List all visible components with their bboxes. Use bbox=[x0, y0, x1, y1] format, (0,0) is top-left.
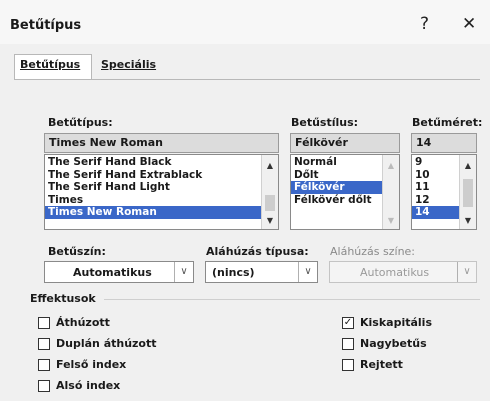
scroll-down-icon[interactable]: ▼ bbox=[460, 216, 476, 225]
subscript-label: Alsó index bbox=[56, 379, 121, 392]
chevron-down-icon: ∨ bbox=[457, 262, 476, 282]
help-button[interactable]: ? bbox=[420, 14, 429, 34]
underline-color-select: Automatikus ∨ bbox=[329, 261, 477, 283]
underline-type-select[interactable]: (nincs) ∨ bbox=[205, 261, 318, 283]
strikethrough-label: Áthúzott bbox=[56, 316, 110, 329]
font-list[interactable]: The Serif Hand Black The Serif Hand Extr… bbox=[44, 154, 279, 230]
scroll-down-icon[interactable]: ▼ bbox=[262, 216, 278, 225]
close-icon[interactable]: ✕ bbox=[462, 14, 476, 34]
size-scrollbar[interactable]: ▲ ▼ bbox=[459, 155, 476, 229]
font-name-input[interactable]: Times New Roman bbox=[44, 133, 279, 153]
size-input[interactable]: 14 bbox=[411, 133, 477, 153]
all-caps-checkbox[interactable] bbox=[342, 338, 354, 350]
style-input[interactable]: Félkövér bbox=[290, 133, 400, 153]
subscript-checkbox[interactable] bbox=[38, 380, 50, 392]
underline-color-value: Automatikus bbox=[360, 266, 430, 279]
color-label: Betűszín: bbox=[48, 245, 106, 258]
size-label: Betűméret: bbox=[412, 116, 483, 129]
list-item[interactable]: The Serif Hand Black bbox=[45, 156, 278, 169]
small-caps-checkbox[interactable]: ✓ bbox=[342, 317, 354, 329]
superscript-checkbox[interactable] bbox=[38, 359, 50, 371]
font-color-value: Automatikus bbox=[73, 266, 152, 279]
list-item[interactable]: Times bbox=[45, 194, 278, 207]
scroll-down-icon[interactable]: ▼ bbox=[383, 216, 399, 225]
font-label: Betűtípus: bbox=[48, 116, 113, 129]
superscript-label: Felső index bbox=[56, 358, 127, 371]
scroll-up-icon[interactable]: ▲ bbox=[262, 161, 278, 170]
font-scrollbar[interactable]: ▲ ▼ bbox=[261, 155, 278, 229]
list-item-selected[interactable]: Félkövér bbox=[291, 181, 382, 194]
list-item-selected[interactable]: Times New Roman bbox=[45, 206, 278, 219]
hidden-checkbox[interactable] bbox=[342, 359, 354, 371]
list-item[interactable]: The Serif Hand Light bbox=[45, 181, 278, 194]
underline-type-value: (nincs) bbox=[212, 266, 255, 279]
scroll-up-icon[interactable]: ▲ bbox=[383, 161, 399, 170]
small-caps-label: Kiskapitális bbox=[360, 316, 432, 329]
font-color-select[interactable]: Automatikus ∨ bbox=[44, 261, 194, 283]
style-label: Betűstílus: bbox=[291, 116, 359, 129]
list-item[interactable]: The Serif Hand Extrablack bbox=[45, 169, 278, 182]
style-list[interactable]: Normál Dőlt Félkövér Félkövér dőlt ▲ ▼ bbox=[290, 154, 400, 230]
double-strikethrough-label: Duplán áthúzott bbox=[56, 337, 157, 350]
underline-label: Aláhúzás típusa: bbox=[206, 245, 309, 258]
hidden-label: Rejtett bbox=[360, 358, 403, 371]
all-caps-label: Nagybetűs bbox=[360, 337, 427, 350]
strikethrough-checkbox[interactable] bbox=[38, 317, 50, 329]
check-icon: ✓ bbox=[343, 317, 353, 328]
tab-betutipus[interactable]: Betűtípus bbox=[20, 58, 80, 71]
style-scrollbar[interactable]: ▲ ▼ bbox=[382, 155, 399, 229]
effects-heading: Effektusok bbox=[30, 292, 96, 305]
scroll-thumb[interactable] bbox=[265, 195, 275, 211]
underline-color-label: Aláhúzás színe: bbox=[330, 245, 416, 258]
dialog-title: Betűtípus bbox=[10, 18, 82, 33]
tab-specialis[interactable]: Speciális bbox=[101, 58, 156, 71]
chevron-down-icon[interactable]: ∨ bbox=[298, 262, 317, 282]
scroll-thumb[interactable] bbox=[463, 179, 473, 207]
chevron-down-icon[interactable]: ∨ bbox=[174, 262, 193, 282]
size-list[interactable]: 9 10 11 12 14 ▲ ▼ bbox=[411, 154, 477, 230]
effects-divider bbox=[104, 299, 480, 300]
double-strikethrough-checkbox[interactable] bbox=[38, 338, 50, 350]
scroll-up-icon[interactable]: ▲ bbox=[460, 161, 476, 170]
